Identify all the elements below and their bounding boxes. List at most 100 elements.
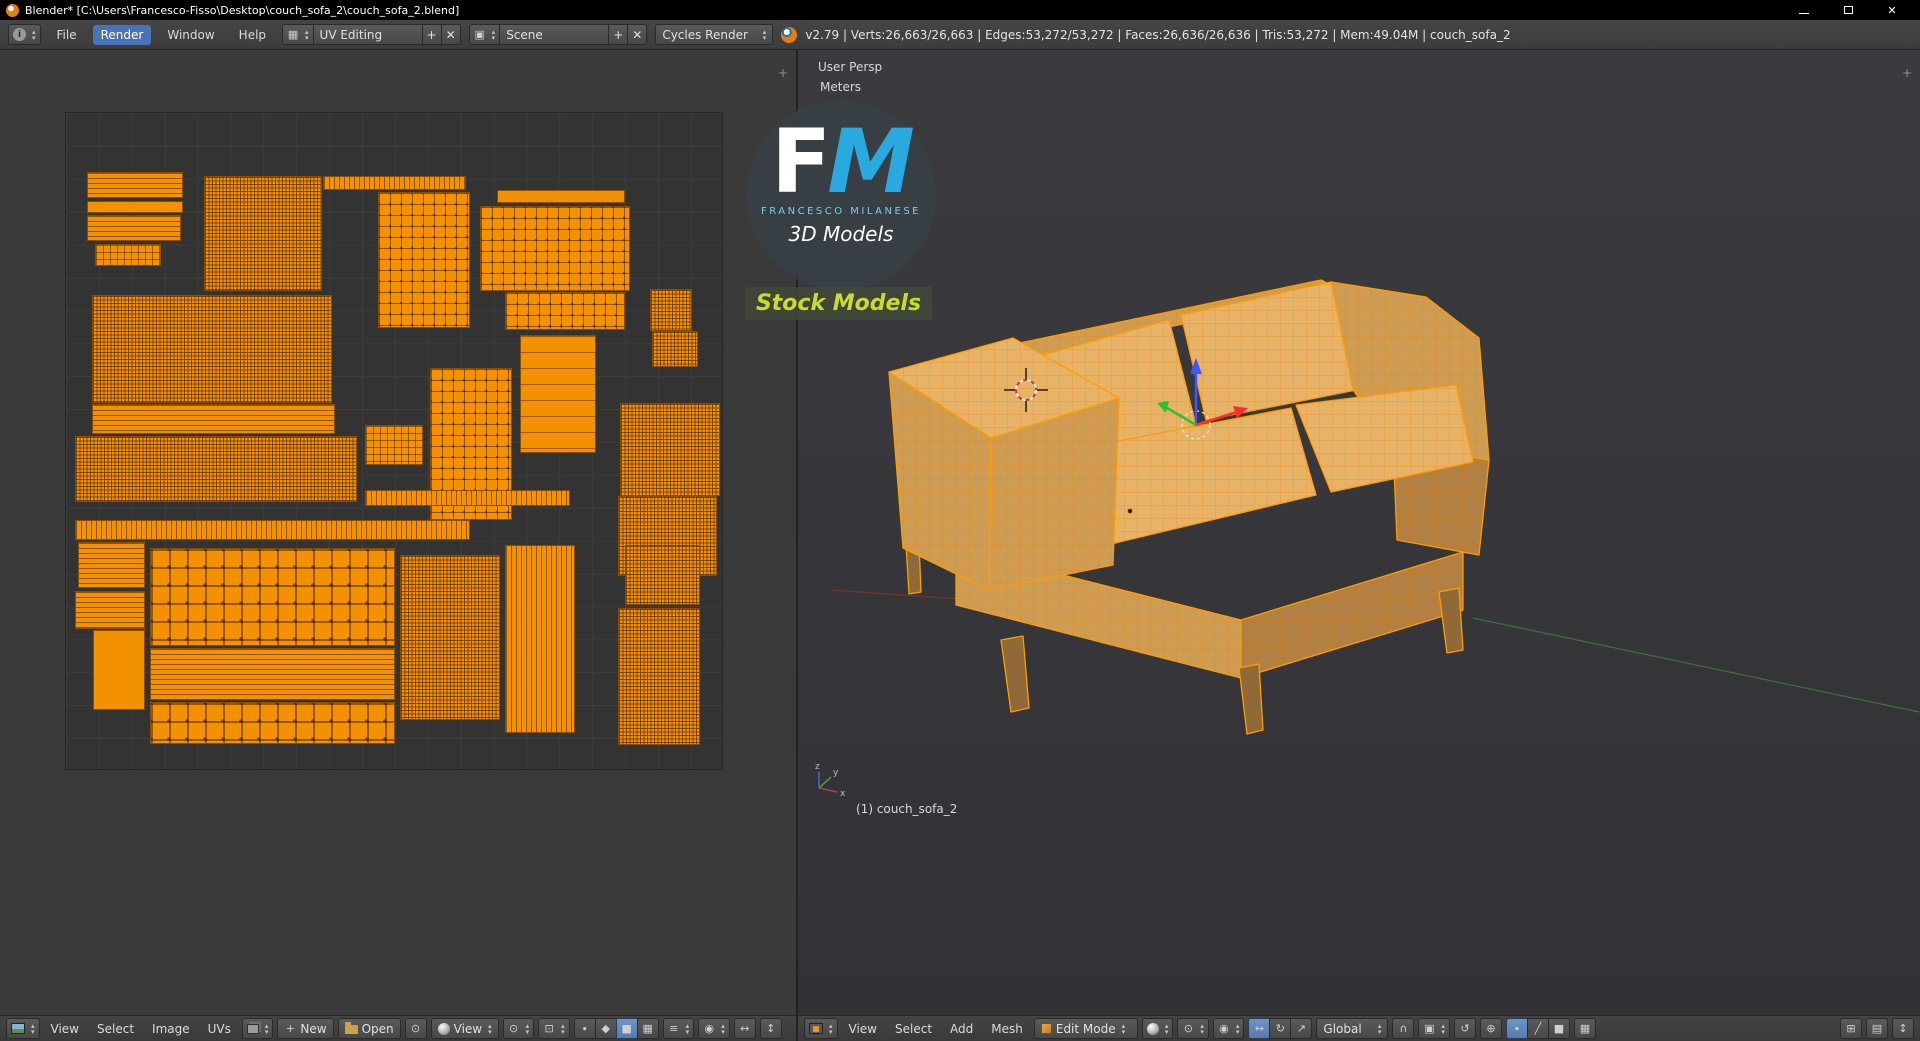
new-image-button[interactable]: + New: [277, 1018, 334, 1039]
uv-island[interactable]: [620, 403, 720, 496]
uv-island[interactable]: [150, 648, 395, 700]
layout-delete-button[interactable]: ✕: [440, 24, 461, 45]
uv-uvs-menu[interactable]: UVs: [201, 1020, 238, 1038]
layers-button[interactable]: ⊞: [1840, 1018, 1862, 1039]
vp-add-menu[interactable]: Add: [943, 1020, 980, 1038]
orientation-dropdown[interactable]: Global: [1316, 1018, 1389, 1039]
maximize-button[interactable]: [1826, 0, 1870, 20]
uv-island[interactable]: [618, 608, 700, 745]
uv-island[interactable]: [87, 215, 181, 241]
layout-browse-button[interactable]: ▦: [282, 24, 314, 45]
layout-add-button[interactable]: +: [421, 24, 442, 45]
vp-mesh-menu[interactable]: Mesh: [984, 1020, 1030, 1038]
uv-island[interactable]: [150, 702, 395, 744]
uv-island[interactable]: [323, 176, 466, 190]
uv-island[interactable]: [497, 190, 625, 203]
manipulator-rotate-button[interactable]: ↻: [1269, 1018, 1292, 1039]
uv-island[interactable]: [365, 425, 423, 465]
help-menu[interactable]: Help: [231, 25, 274, 45]
open-image-button[interactable]: Open: [337, 1018, 401, 1039]
uv-select-menu[interactable]: Select: [90, 1020, 141, 1038]
pin-button[interactable]: ⊙: [404, 1018, 427, 1039]
uv-island[interactable]: [87, 172, 183, 198]
opengl-anim-button[interactable]: ⊕: [1479, 1018, 1502, 1039]
proportional-edit-dropdown[interactable]: ◉: [698, 1018, 730, 1039]
scene-browse-button[interactable]: ▣: [468, 24, 501, 45]
uv-island[interactable]: [75, 436, 357, 502]
close-button[interactable]: ✕: [1870, 0, 1914, 20]
pin-icon: ⊙: [411, 1022, 421, 1035]
uv-selectmode-edge-button[interactable]: ◆: [594, 1018, 617, 1039]
window-menu[interactable]: Window: [159, 25, 222, 45]
select-vertex-button[interactable]: ∙: [1505, 1018, 1528, 1039]
region-expand-icon[interactable]: +: [1902, 66, 1912, 80]
uv-island[interactable]: [92, 295, 332, 403]
uv-island[interactable]: [378, 192, 470, 328]
scene-delete-button[interactable]: ✕: [627, 24, 648, 45]
uv-island[interactable]: [95, 244, 161, 266]
uv-island[interactable]: [625, 545, 700, 605]
scene-add-button[interactable]: +: [608, 24, 629, 45]
scene-lock-button[interactable]: ▤: [1866, 1018, 1888, 1039]
uv-island[interactable]: [520, 335, 596, 453]
uv-island[interactable]: [204, 176, 322, 291]
select-face-button[interactable]: ■: [1547, 1018, 1570, 1039]
occlude-geometry-button[interactable]: ▦: [1573, 1018, 1596, 1039]
mode-dropdown[interactable]: Edit Mode: [1033, 1018, 1138, 1039]
uv-island[interactable]: [650, 289, 692, 331]
uv-selectmode-island-button[interactable]: ▦: [636, 1018, 659, 1039]
region-expand-icon[interactable]: +: [778, 66, 788, 80]
pivot-dropdown-3d[interactable]: ⊙: [1177, 1018, 1209, 1039]
sticky-select-dropdown[interactable]: ≡: [662, 1018, 695, 1039]
proportional-edit-dropdown-3d[interactable]: ◉: [1212, 1018, 1245, 1039]
render-engine-dropdown[interactable]: Cycles Render: [655, 24, 774, 45]
uv-island[interactable]: [480, 206, 630, 291]
file-menu[interactable]: File: [49, 25, 85, 45]
uv-sync-button[interactable]: ↔: [733, 1018, 756, 1039]
couch-mesh[interactable]: [888, 279, 1490, 735]
layout-name-field[interactable]: UV Editing: [312, 24, 423, 45]
select-edge-button[interactable]: ╱: [1526, 1018, 1549, 1039]
display-channels-dropdown[interactable]: View: [430, 1018, 499, 1039]
uv-image-menu[interactable]: Image: [145, 1020, 197, 1038]
browse-image-button[interactable]: [241, 1018, 274, 1039]
snap-element-dropdown[interactable]: ▣: [1418, 1018, 1450, 1039]
couch-wireframe[interactable]: x y z: [798, 50, 1920, 1015]
updown-arrows-icon: [1122, 1023, 1126, 1035]
uv-selectmode-face-button[interactable]: ■: [615, 1018, 638, 1039]
opengl-render-button[interactable]: ↺: [1453, 1018, 1476, 1039]
uv-island[interactable]: [78, 542, 145, 588]
uv-island[interactable]: [505, 292, 625, 330]
uv-island[interactable]: [365, 490, 570, 506]
uv-view-menu[interactable]: View: [44, 1020, 86, 1038]
snap-magnet-button[interactable]: ∩: [1392, 1018, 1415, 1039]
uv-selectmode-vertex-button[interactable]: ∙: [573, 1018, 596, 1039]
fm-logo-name: FRANCESCO MILANESE: [761, 206, 921, 217]
manipulator-translate-button[interactable]: ↔: [1248, 1018, 1271, 1039]
viewport-editor-type-button[interactable]: [804, 1018, 838, 1039]
uv-island[interactable]: [93, 630, 145, 710]
shading-dropdown[interactable]: [1141, 1018, 1174, 1039]
pivot-dropdown[interactable]: ⊙: [502, 1018, 535, 1039]
minimize-button[interactable]: [1782, 0, 1826, 20]
viewport-3d[interactable]: x y z User Persp Meters (1) couch_sofa_2…: [798, 50, 1920, 1041]
editor-type-button[interactable]: i: [8, 24, 41, 45]
uv-editor-type-button[interactable]: [6, 1018, 40, 1039]
uv-island[interactable]: [505, 545, 575, 733]
manipulator-scale-button[interactable]: ↗: [1290, 1018, 1313, 1039]
uv-island[interactable]: [150, 548, 395, 646]
uv-island[interactable]: [92, 404, 335, 434]
uv-island[interactable]: [87, 201, 183, 213]
uv-island[interactable]: [75, 520, 470, 540]
uv-snap-dropdown[interactable]: ⊡: [538, 1018, 570, 1039]
vp-view-menu[interactable]: View: [842, 1020, 884, 1038]
uv-island[interactable]: [652, 331, 698, 367]
uv-island[interactable]: [400, 555, 500, 720]
scene-name-field[interactable]: Scene: [499, 24, 610, 45]
uv-scopes-button[interactable]: ↕: [759, 1018, 782, 1039]
vp-select-menu[interactable]: Select: [888, 1020, 939, 1038]
uv-island[interactable]: [75, 591, 145, 629]
render-menu[interactable]: Render: [92, 24, 152, 45]
header-scroll-button[interactable]: ↕: [1892, 1018, 1914, 1039]
uv-canvas[interactable]: [0, 50, 796, 1015]
